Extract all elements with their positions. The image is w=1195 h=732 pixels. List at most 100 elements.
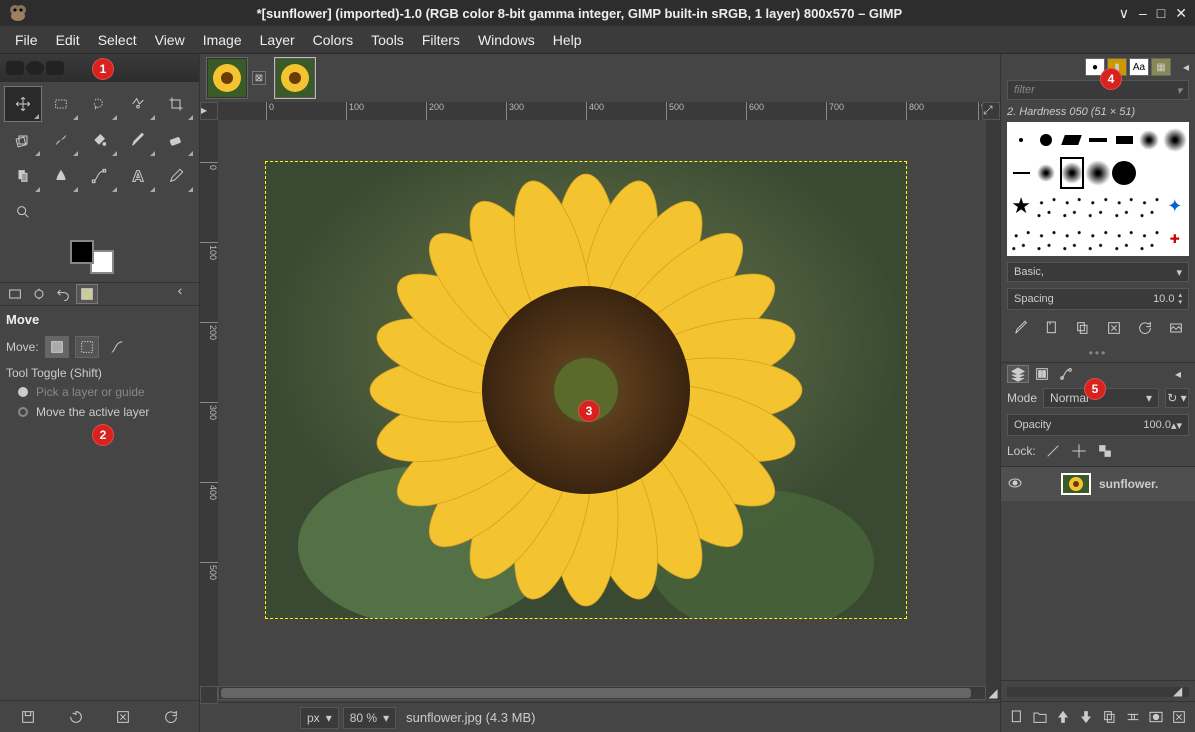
- minimize-icon[interactable]: –: [1139, 5, 1147, 22]
- layer-visibility-icon[interactable]: [1007, 475, 1025, 493]
- tool-rotate[interactable]: [4, 122, 42, 158]
- radio-pick-layer[interactable]: Pick a layer or guide: [6, 382, 193, 402]
- image-tab-1[interactable]: [206, 57, 248, 99]
- tool-move[interactable]: [4, 86, 42, 122]
- lock-position-icon[interactable]: [1070, 442, 1088, 460]
- close-icon[interactable]: ✕: [1175, 5, 1187, 22]
- tool-fuzzy-select[interactable]: [119, 86, 157, 122]
- tool-text[interactable]: [119, 158, 157, 194]
- move-mode-layer[interactable]: [45, 336, 69, 358]
- show-menu-icon[interactable]: ∨: [1119, 5, 1129, 22]
- layer-opacity-input[interactable]: Opacity 100.0 ▴▾: [1007, 414, 1189, 436]
- tool-color-picker[interactable]: [157, 158, 195, 194]
- lower-layer-icon[interactable]: [1077, 708, 1095, 726]
- tab-images-icon[interactable]: [76, 284, 98, 304]
- mask-layer-icon[interactable]: [1147, 708, 1165, 726]
- move-mode-path[interactable]: [105, 336, 129, 358]
- menu-view[interactable]: View: [146, 28, 194, 52]
- dock-config-icon[interactable]: ◂: [1183, 60, 1189, 74]
- menu-help[interactable]: Help: [544, 28, 591, 52]
- move-mode-selection[interactable]: [75, 336, 99, 358]
- brush-grid[interactable]: ★ ✦ ✚: [1007, 122, 1189, 256]
- layer-name[interactable]: sunflower.: [1099, 477, 1158, 491]
- tool-clone[interactable]: [4, 158, 42, 194]
- delete-brush-icon[interactable]: [1104, 318, 1124, 338]
- image-tab-2[interactable]: [274, 57, 316, 99]
- tool-paintbrush[interactable]: [119, 122, 157, 158]
- tool-bucket[interactable]: [80, 122, 118, 158]
- delete-layer-icon[interactable]: [1170, 708, 1188, 726]
- layer-scroll[interactable]: ◢: [1007, 687, 1189, 697]
- horizontal-ruler[interactable]: 0 100 200 300 400 500 600 700 800 900: [218, 102, 982, 120]
- tool-zoom[interactable]: [4, 194, 42, 230]
- canvas[interactable]: [218, 120, 986, 686]
- unit-dropdown[interactable]: px▾: [300, 707, 339, 729]
- ruler-toggle[interactable]: ▸: [200, 102, 218, 120]
- tab-device-status-icon[interactable]: [28, 284, 50, 304]
- tool-toggle-label: Tool Toggle (Shift): [6, 366, 193, 380]
- menu-tools[interactable]: Tools: [362, 28, 413, 52]
- menu-select[interactable]: Select: [89, 28, 146, 52]
- tab-paths-icon[interactable]: [1055, 365, 1077, 383]
- tab-config-icon[interactable]: [173, 284, 195, 304]
- new-group-icon[interactable]: [1031, 708, 1049, 726]
- edit-brush-icon[interactable]: [1011, 318, 1031, 338]
- lock-alpha-icon[interactable]: [1096, 442, 1114, 460]
- tool-warp[interactable]: [42, 122, 80, 158]
- tool-free-select[interactable]: [80, 86, 118, 122]
- brush-preset-dropdown[interactable]: Basic,▾: [1007, 262, 1189, 282]
- mode-switch-icon[interactable]: ↻ ▾: [1165, 388, 1189, 408]
- menu-file[interactable]: File: [6, 28, 47, 52]
- layers-config-icon[interactable]: ◂: [1167, 365, 1189, 383]
- navigation-icon[interactable]: ◢: [986, 686, 1000, 700]
- tab-layers-icon[interactable]: [1007, 365, 1029, 383]
- radio-move-active[interactable]: Move the active layer: [6, 402, 193, 422]
- new-brush-icon[interactable]: [1042, 318, 1062, 338]
- menu-windows[interactable]: Windows: [469, 28, 544, 52]
- image-tab-1-close[interactable]: ⊠: [252, 71, 266, 85]
- vertical-scrollbar[interactable]: [986, 120, 1000, 686]
- restore-preset-icon[interactable]: [66, 707, 86, 727]
- layer-item[interactable]: sunflower.: [1001, 467, 1195, 501]
- vertical-ruler[interactable]: 0 100 200 300 400 500: [200, 120, 218, 686]
- maximize-icon[interactable]: □: [1157, 5, 1165, 22]
- brush-filter-input[interactable]: filter ▾: [1007, 80, 1189, 100]
- delete-preset-icon[interactable]: [113, 707, 133, 727]
- tool-crop[interactable]: [157, 86, 195, 122]
- duplicate-brush-icon[interactable]: [1073, 318, 1093, 338]
- quick-mask-toggle[interactable]: [200, 686, 218, 704]
- tool-smudge[interactable]: [42, 158, 80, 194]
- foreground-color[interactable]: [70, 240, 94, 264]
- color-swatch[interactable]: [0, 234, 199, 282]
- merge-layer-icon[interactable]: [1124, 708, 1142, 726]
- save-preset-icon[interactable]: [18, 707, 38, 727]
- tool-options-tabs: [0, 282, 199, 306]
- brush-spacing-input[interactable]: Spacing 10.0 ▴▾: [1007, 288, 1189, 310]
- dock-separator[interactable]: •••: [1001, 344, 1195, 362]
- open-as-image-icon[interactable]: [1166, 318, 1186, 338]
- tab-history-icon[interactable]: ▦: [1151, 58, 1171, 76]
- menu-layer[interactable]: Layer: [251, 28, 304, 52]
- horizontal-scrollbar[interactable]: [218, 686, 986, 700]
- tab-undo-history-icon[interactable]: [52, 284, 74, 304]
- refresh-brushes-icon[interactable]: [1135, 318, 1155, 338]
- tool-eraser[interactable]: [157, 122, 195, 158]
- opacity-spinner[interactable]: ▴▾: [1171, 419, 1182, 432]
- new-layer-icon[interactable]: [1008, 708, 1026, 726]
- tool-path[interactable]: [80, 158, 118, 194]
- tab-channels-icon[interactable]: [1031, 365, 1053, 383]
- menu-edit[interactable]: Edit: [47, 28, 89, 52]
- reset-preset-icon[interactable]: [161, 707, 181, 727]
- menu-image[interactable]: Image: [194, 28, 251, 52]
- duplicate-layer-icon[interactable]: [1101, 708, 1119, 726]
- raise-layer-icon[interactable]: [1054, 708, 1072, 726]
- spacing-spinner[interactable]: ▴▾: [1178, 292, 1182, 306]
- tab-fonts-icon[interactable]: Aa: [1129, 58, 1149, 76]
- lock-pixels-icon[interactable]: [1044, 442, 1062, 460]
- tab-tool-options-icon[interactable]: [4, 284, 26, 304]
- menu-colors[interactable]: Colors: [304, 28, 362, 52]
- zoom-dropdown[interactable]: 80 %▾: [343, 707, 396, 729]
- zoom-fit-icon[interactable]: ⤢: [982, 102, 1000, 120]
- tool-rect-select[interactable]: [42, 86, 80, 122]
- menu-filters[interactable]: Filters: [413, 28, 469, 52]
